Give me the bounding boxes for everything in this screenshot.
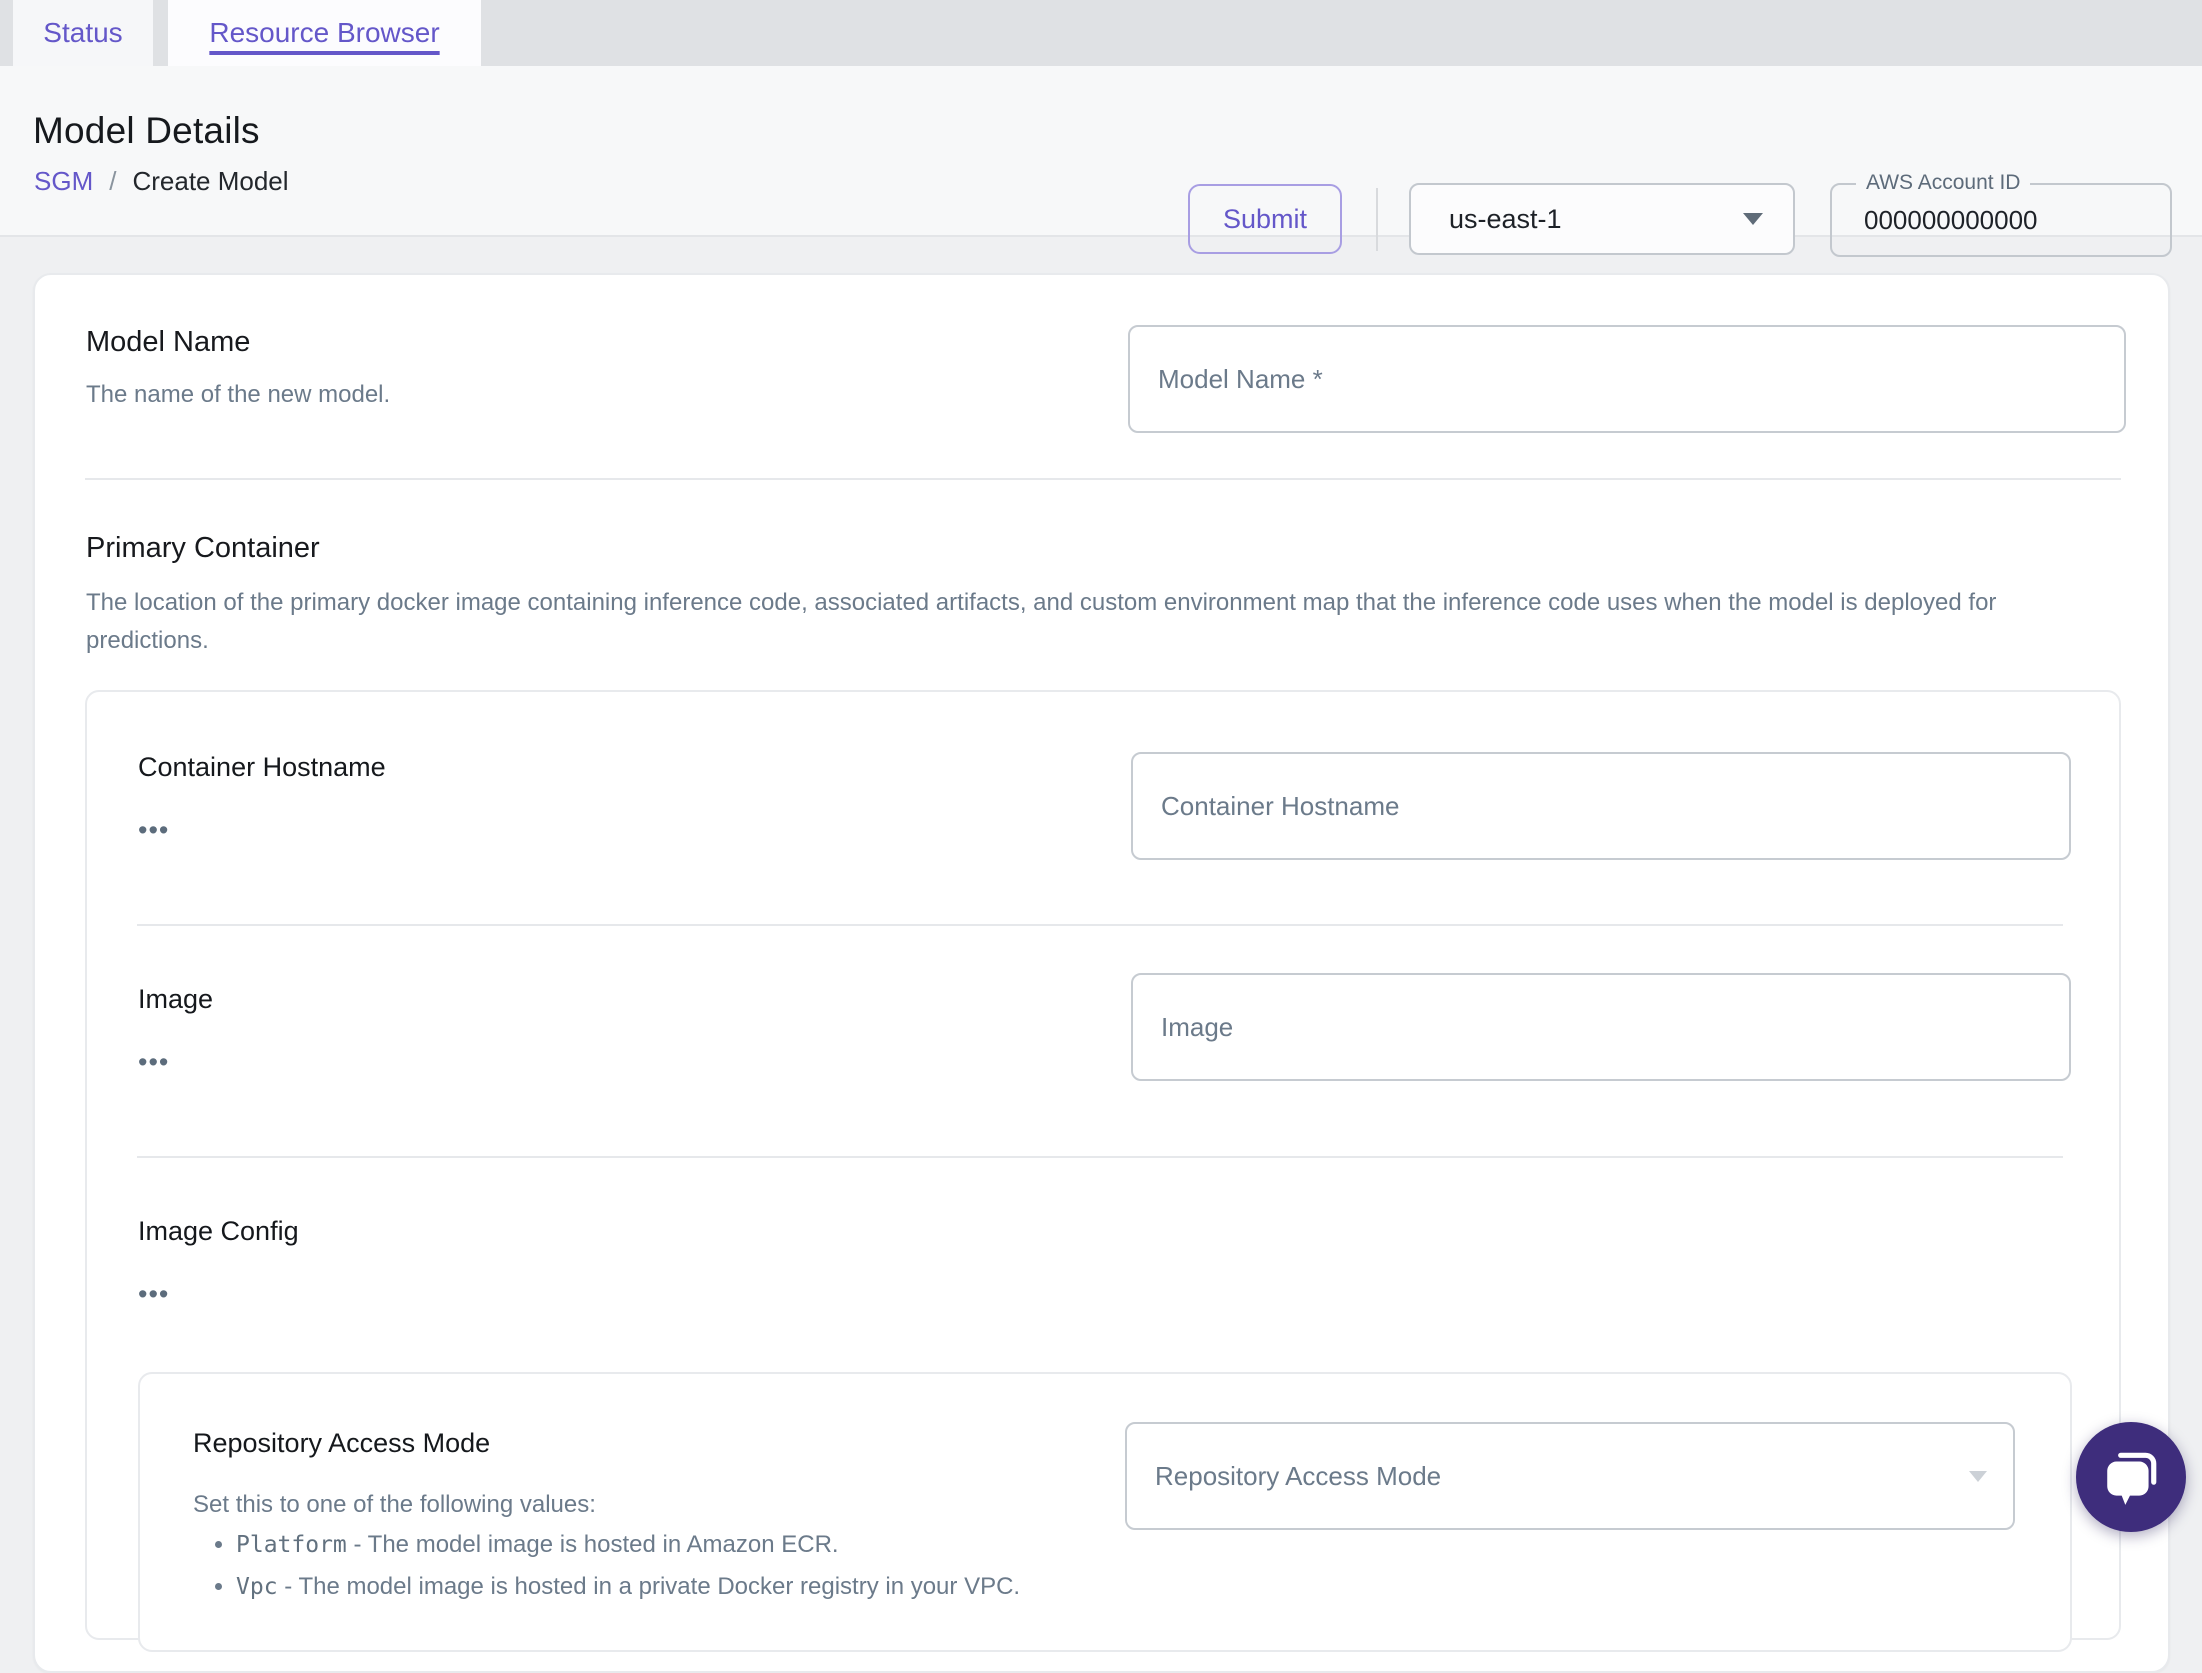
row-divider <box>137 924 2063 926</box>
region-select-value: us-east-1 <box>1449 203 1562 234</box>
aws-account-id-field: AWS Account ID <box>1830 171 2172 257</box>
repository-access-mode-description: Set this to one of the following values: <box>193 1491 596 1518</box>
section-divider <box>85 478 2121 480</box>
tab-resource-browser[interactable]: Resource Browser <box>168 0 481 66</box>
chat-bubble-icon <box>2100 1446 2162 1508</box>
image-label: Image <box>138 984 214 1014</box>
image-more-button[interactable]: ••• <box>138 1049 169 1076</box>
aws-account-id-input[interactable] <box>1832 185 2170 255</box>
repository-access-mode-heading: Repository Access Mode <box>193 1428 491 1458</box>
page-header: Model Details SGM / Create Model Submit … <box>0 66 2202 257</box>
submit-button[interactable]: Submit <box>1188 184 1342 254</box>
tab-strip: Status Resource Browser <box>0 0 2202 66</box>
model-name-input[interactable] <box>1128 325 2126 433</box>
model-name-description: The name of the new model. <box>86 381 391 408</box>
page-title: Model Details <box>33 110 260 151</box>
repository-access-mode-select[interactable]: Repository Access Mode <box>1125 1422 2015 1530</box>
repository-access-mode-placeholder: Repository Access Mode <box>1155 1460 1442 1491</box>
tab-status-label: Status <box>43 17 123 48</box>
region-select[interactable]: us-east-1 <box>1409 183 1795 255</box>
model-name-heading: Model Name <box>86 326 251 358</box>
chat-launcher-button[interactable] <box>2076 1422 2186 1532</box>
tab-status[interactable]: Status <box>13 0 153 66</box>
primary-container-heading: Primary Container <box>86 532 320 564</box>
row-divider <box>137 1156 2063 1158</box>
header-divider <box>1376 188 1378 251</box>
container-hostname-label: Container Hostname <box>138 752 386 782</box>
list-item: Platform - The model image is hosted in … <box>236 1524 1512 1566</box>
container-hostname-input[interactable] <box>1131 752 2071 860</box>
tab-resource-browser-label: Resource Browser <box>209 17 440 48</box>
breadcrumb-separator: / <box>109 166 117 196</box>
repository-access-mode-options-list: Platform - The model image is hosted in … <box>212 1524 1512 1608</box>
chevron-down-icon <box>1743 213 1763 225</box>
container-hostname-more-button[interactable]: ••• <box>138 817 169 844</box>
image-config-more-button[interactable]: ••• <box>138 1281 169 1308</box>
image-config-label: Image Config <box>138 1216 299 1246</box>
primary-container-description: The location of the primary docker image… <box>86 589 1997 654</box>
chevron-down-icon <box>1969 1470 1987 1482</box>
list-item: Vpc - The model image is hosted in a pri… <box>236 1566 1512 1608</box>
breadcrumb-sgm-link[interactable]: SGM <box>34 166 93 197</box>
breadcrumb: SGM / Create Model <box>34 166 289 197</box>
breadcrumb-current: Create Model <box>132 166 289 196</box>
image-input[interactable] <box>1131 973 2071 1081</box>
